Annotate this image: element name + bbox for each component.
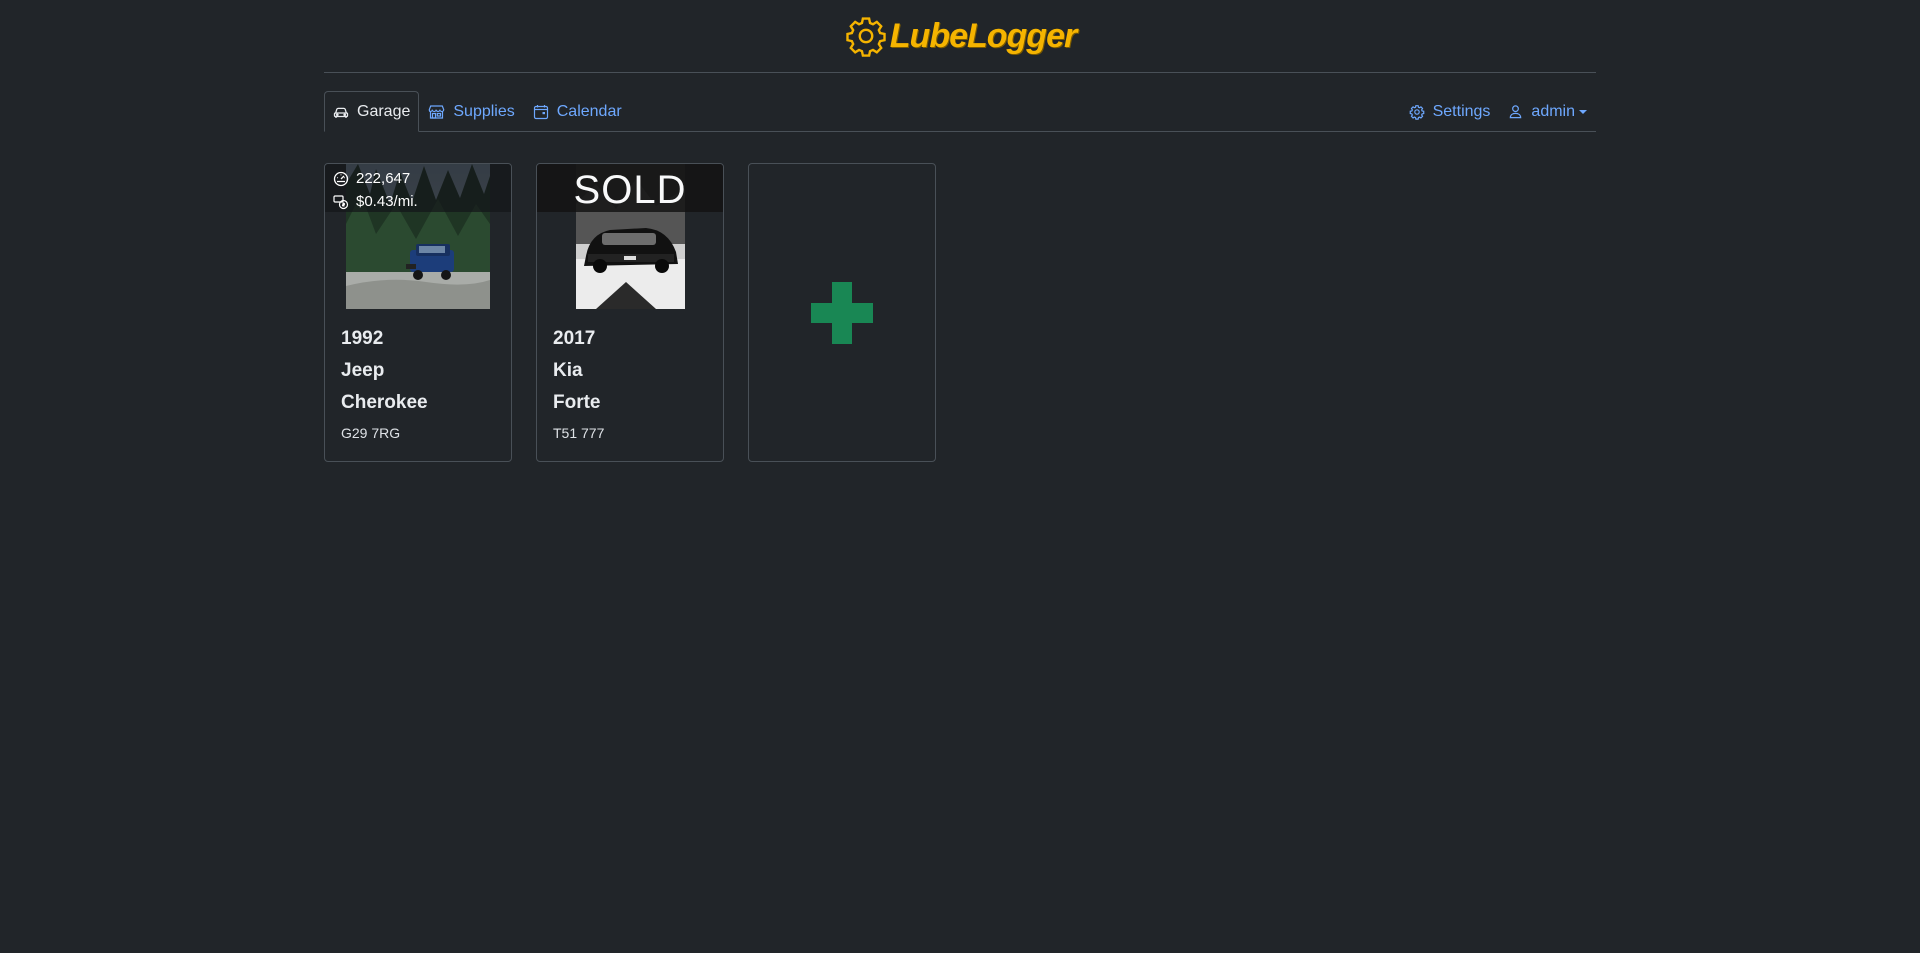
tab-garage[interactable]: Garage <box>324 91 420 132</box>
odometer-row: 222,647 <box>333 167 511 190</box>
vehicle-grid: 222,647 $0.43/mi. 1992 Jeep Cherokee G29… <box>324 163 936 462</box>
gear-icon <box>1409 104 1424 120</box>
tab-calendar-label: Calendar <box>556 102 622 120</box>
vehicle-card-jeep[interactable]: 222,647 $0.43/mi. 1992 Jeep Cherokee G29… <box>324 163 512 462</box>
plus-icon <box>811 281 873 344</box>
brand-name: LubeLogger <box>889 16 1077 55</box>
vehicle-model: Cherokee <box>341 392 428 413</box>
license-plate: T51 777 <box>553 425 605 441</box>
vehicle-card-kia[interactable]: SOLD 2017 Kia Forte T51 777 <box>536 163 724 462</box>
add-vehicle-card[interactable] <box>748 163 936 462</box>
user-menu-dropdown[interactable]: admin <box>1499 91 1596 132</box>
cost-icon <box>333 194 349 209</box>
app-header: LubeLogger <box>324 0 1596 73</box>
page-container: LubeLogger Garage Supplies Calendar Sett… <box>324 0 1596 462</box>
sold-badge: SOLD <box>537 164 723 212</box>
vehicle-make: Jeep <box>341 360 385 381</box>
gear-logo-icon <box>846 17 886 57</box>
chevron-down-icon <box>1579 109 1587 114</box>
speedometer-icon <box>333 171 349 186</box>
vehicle-make: Kia <box>553 360 583 381</box>
vehicle-year: 1992 <box>341 328 384 349</box>
calendar-icon <box>533 104 548 119</box>
vehicle-image: SOLD <box>537 164 723 309</box>
vehicle-info: 2017 Kia Forte T51 777 <box>537 309 723 441</box>
tab-garage-label: Garage <box>357 102 411 120</box>
nav-tabs: Garage Supplies Calendar <box>324 91 631 132</box>
license-plate: G29 7RG <box>341 425 401 441</box>
cost-per-mile-value: $0.43/mi. <box>356 193 418 210</box>
vehicle-model: Forte <box>553 392 601 413</box>
tab-calendar[interactable]: Calendar <box>524 91 631 132</box>
odometer-value: 222,647 <box>356 170 411 187</box>
shop-icon <box>429 104 445 119</box>
user-menu-label: admin <box>1531 102 1575 120</box>
tab-supplies[interactable]: Supplies <box>419 91 523 132</box>
cost-per-mile-row: $0.43/mi. <box>333 190 511 213</box>
person-icon <box>1510 105 1522 119</box>
vehicle-year: 2017 <box>553 328 596 349</box>
nav-right: Settings admin <box>1400 91 1596 132</box>
main-nav: Garage Supplies Calendar Settings admin <box>324 90 1596 132</box>
vehicle-stats-overlay: 222,647 $0.43/mi. <box>325 164 511 212</box>
vehicle-image: 222,647 $0.43/mi. <box>325 164 511 309</box>
tab-supplies-label: Supplies <box>453 102 515 120</box>
vehicle-info: 1992 Jeep Cherokee G29 7RG <box>325 309 511 441</box>
tab-settings-label: Settings <box>1432 102 1491 120</box>
brand-logo[interactable]: LubeLogger <box>844 14 1077 58</box>
car-icon <box>333 107 349 118</box>
tab-settings[interactable]: Settings <box>1400 91 1500 132</box>
